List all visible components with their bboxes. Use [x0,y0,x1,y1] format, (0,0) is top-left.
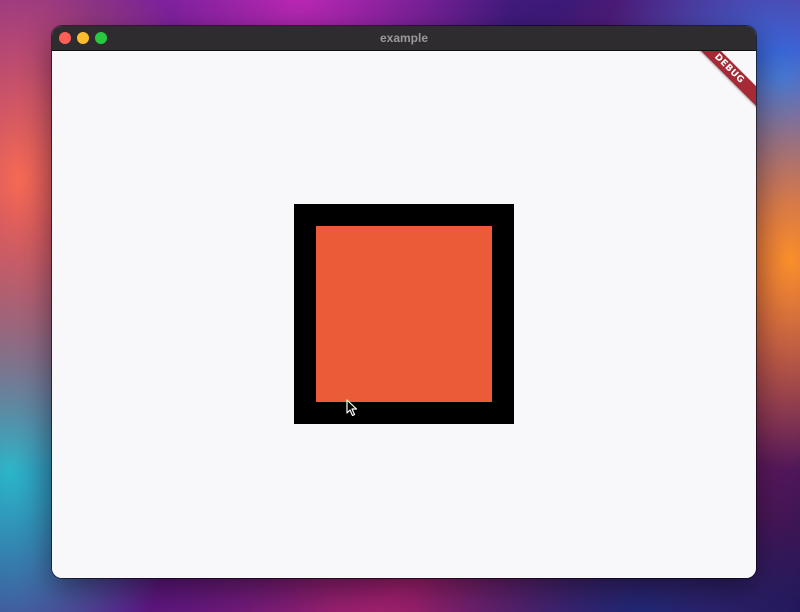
title-bar[interactable]: example [52,26,756,51]
outer-black-box [294,204,514,424]
mouse-pointer-icon [346,399,358,417]
inner-orange-box[interactable] [316,226,492,402]
debug-banner: DEBUG [685,51,756,113]
window-title: example [379,31,429,45]
app-window: example DEBUG [52,26,756,578]
app-content: DEBUG [52,51,756,578]
